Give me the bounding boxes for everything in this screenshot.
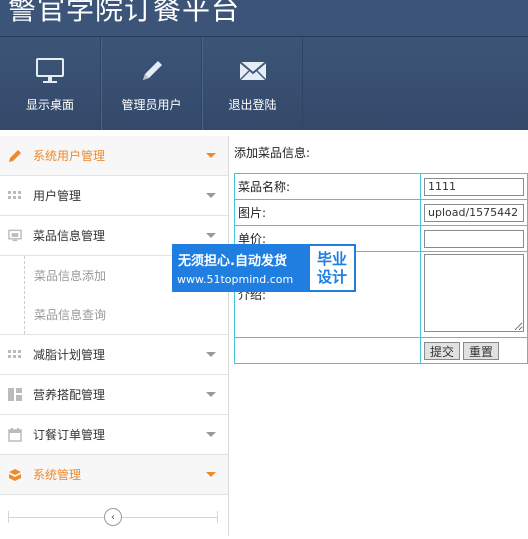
divider: [217, 511, 218, 523]
pencil-icon: [8, 149, 22, 163]
image-path-input[interactable]: [424, 203, 524, 222]
sidebar-item-users[interactable]: 用户管理: [0, 176, 228, 216]
image-label: 图片:: [234, 199, 421, 226]
chevron-down-icon: [206, 352, 216, 357]
page-title: 添加菜品信息:: [234, 146, 311, 160]
reset-button[interactable]: 重置: [463, 341, 500, 360]
empty-cell: [234, 337, 421, 364]
sidebar-item-label: 减脂计划管理: [33, 348, 106, 362]
intro-textarea[interactable]: [424, 254, 524, 332]
box-icon: [8, 468, 22, 482]
topnav-logout[interactable]: 退出登陆: [202, 37, 303, 130]
collapse-sidebar-button[interactable]: ‹: [104, 508, 122, 526]
sidebar-item-system-users[interactable]: 系统用户管理: [0, 136, 228, 176]
sidebar-item-label: 用户管理: [33, 189, 82, 203]
intro-cell: [420, 251, 528, 338]
sidebar-item-label: 订餐订单管理: [33, 428, 106, 442]
ad-url: www.51topmind.com: [177, 273, 294, 286]
ad-badge: 毕业 设计: [308, 244, 356, 292]
price-input[interactable]: [424, 229, 524, 248]
dish-name-label: 菜品名称:: [234, 173, 421, 200]
dish-name-input[interactable]: [424, 177, 524, 196]
topnav-show-desktop[interactable]: 显示桌面: [0, 37, 101, 130]
topnav-label: 显示桌面: [25, 98, 74, 112]
app-title: 警官学院订餐平台: [8, 0, 241, 26]
monitor-icon: [34, 55, 66, 87]
sidebar-item-diet-plan[interactable]: 减脂计划管理: [0, 335, 228, 375]
app-header: 警官学院订餐平台 显示桌面 管理员用户 退出登陆: [0, 0, 528, 130]
chevron-down-icon: [206, 233, 216, 238]
chevron-down-icon: [206, 153, 216, 158]
sidebar-item-label: 营养搭配管理: [33, 388, 106, 402]
watermark-ad[interactable]: 无须担心.自动发货 www.51topmind.com 毕业 设计: [172, 244, 356, 292]
sidebar-item-nutrition[interactable]: 营养搭配管理: [0, 375, 228, 415]
grid-icon: [8, 348, 22, 362]
sidebar-item-label: 系统用户管理: [33, 149, 106, 163]
layout-icon: [8, 388, 22, 402]
dish-name-cell: [420, 173, 528, 200]
sidebar: 系统用户管理 用户管理 菜品信息管理 菜品信息添加 菜品信息查询 减脂计划管理 …: [0, 136, 229, 536]
chevron-down-icon: [206, 472, 216, 477]
chevron-down-icon: [206, 392, 216, 397]
calendar-icon: [8, 427, 22, 442]
actions-cell: 提交 重置: [420, 337, 528, 364]
sidebar-item-orders[interactable]: 订餐订单管理: [0, 415, 228, 455]
ad-badge-bottom: 设计: [316, 268, 347, 286]
grid-icon: [8, 189, 22, 203]
image-cell: [420, 199, 528, 226]
screen-icon: [8, 229, 22, 243]
sidebar-item-label: 系统管理: [33, 468, 82, 482]
topnav-admin-user[interactable]: 管理员用户: [101, 37, 202, 130]
topnav-label: 退出登陆: [228, 98, 277, 112]
sidebar-subitem-dish-query[interactable]: 菜品信息查询: [0, 295, 228, 334]
topnav-label: 管理员用户: [121, 98, 182, 112]
price-cell: [420, 225, 528, 252]
ad-banner: 无须担心.自动发货 www.51topmind.com: [172, 244, 308, 292]
ad-slogan: 无须担心.自动发货: [178, 254, 287, 269]
sidebar-collapse-row: ‹: [0, 495, 228, 539]
submit-button[interactable]: 提交: [424, 341, 461, 360]
sidebar-item-system[interactable]: 系统管理: [0, 455, 228, 495]
pencil-icon: [136, 55, 168, 87]
envelope-icon: [237, 55, 269, 87]
sidebar-item-label: 菜品信息管理: [33, 229, 106, 243]
divider: [8, 511, 9, 523]
top-nav: 显示桌面 管理员用户 退出登陆: [0, 37, 303, 130]
chevron-down-icon: [206, 193, 216, 198]
ad-badge-top: 毕业: [316, 250, 347, 268]
main-content: 添加菜品信息: 菜品名称: 图片: 单价: 介绍:: [230, 136, 528, 536]
chevron-down-icon: [206, 432, 216, 437]
